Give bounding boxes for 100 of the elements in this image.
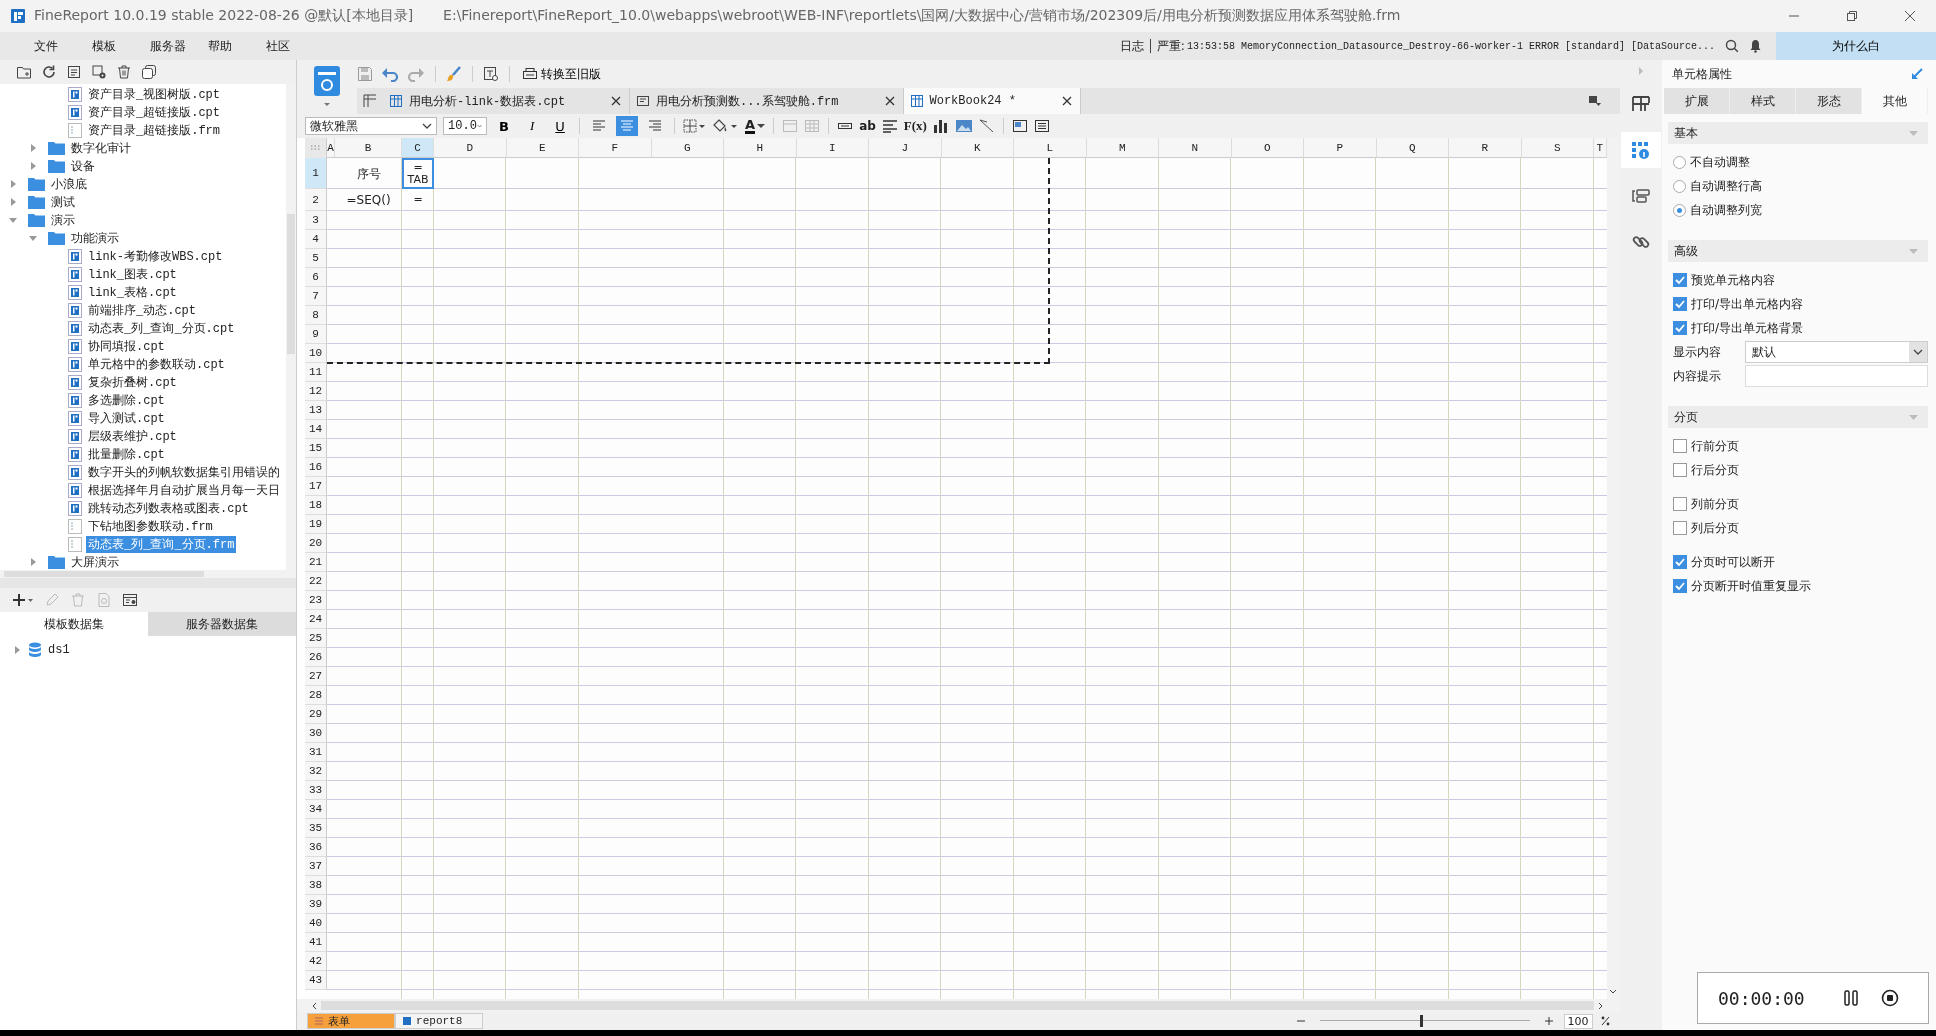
row-header[interactable]: 25 (305, 629, 328, 648)
scrollbar-thumb[interactable] (4, 571, 204, 577)
tree-item[interactable]: 演示 (49, 211, 77, 229)
tree-item[interactable]: 下钻地图参数联动.frm (86, 517, 215, 535)
pause-icon[interactable] (1842, 989, 1859, 1007)
row-header[interactable]: 26 (305, 648, 328, 667)
column-header[interactable]: C (402, 138, 435, 158)
tree-item[interactable]: 大屏演示 (69, 553, 121, 570)
percent-icon[interactable] (1600, 1016, 1610, 1026)
checkbox[interactable] (1673, 297, 1687, 311)
row-header[interactable]: 37 (305, 857, 328, 876)
merge-cells-icon[interactable] (782, 119, 799, 133)
row-header[interactable]: 38 (305, 876, 328, 895)
column-header[interactable]: I (796, 138, 870, 158)
column-header[interactable]: J (869, 138, 942, 158)
column-header[interactable]: H (724, 138, 797, 158)
scrollbar-thumb[interactable] (287, 214, 296, 354)
checkbox-label[interactable]: 预览单元格内容 (1691, 271, 1775, 289)
row-header[interactable]: 10 (305, 344, 328, 363)
column-header[interactable]: E (506, 138, 580, 158)
row-header[interactable]: 13 (305, 401, 328, 420)
checkbox[interactable] (1673, 439, 1687, 453)
row-header[interactable]: 14 (305, 420, 328, 439)
tree-item[interactable]: link-考勤修改WBS.cpt (86, 247, 225, 265)
tab-menu-icon[interactable] (1587, 95, 1602, 107)
row-header[interactable]: 23 (305, 591, 328, 610)
row-header[interactable]: 1 (305, 158, 328, 189)
column-header[interactable]: G (651, 138, 725, 158)
select-all-corner[interactable] (305, 138, 328, 158)
bell-icon[interactable] (1749, 39, 1762, 53)
zoom-value[interactable]: 100 (1563, 1013, 1593, 1029)
column-header[interactable]: R (1449, 138, 1522, 158)
row-header[interactable]: 28 (305, 686, 328, 705)
slash-icon[interactable] (978, 119, 995, 133)
tree-item[interactable]: 批量删除.cpt (86, 445, 167, 463)
tree-item[interactable]: 数字开头的列帆软数据集引用错误的 (86, 463, 282, 481)
column-header[interactable]: B (335, 138, 403, 158)
tree-item[interactable]: 资产目录_超链接版.frm (86, 121, 222, 139)
gear-icon[interactable] (91, 64, 107, 80)
image-icon[interactable] (954, 119, 973, 133)
copy-icon[interactable] (141, 64, 157, 80)
row-header[interactable]: 30 (305, 724, 328, 743)
border-icon[interactable] (683, 119, 708, 133)
row-header[interactable]: 31 (305, 743, 328, 762)
column-header[interactable]: F (579, 138, 652, 158)
checkbox-label[interactable]: 分页断开时值重复显示 (1691, 577, 1811, 595)
row-header[interactable]: 39 (305, 895, 328, 914)
split-cells-icon[interactable] (804, 119, 821, 133)
scrollbar[interactable] (297, 999, 1620, 1012)
menu-item[interactable]: 服务器 (150, 37, 208, 55)
collapsed-arrow-icon[interactable] (28, 161, 38, 171)
column-header[interactable]: N (1159, 138, 1232, 158)
row-header[interactable]: 8 (305, 306, 328, 325)
row-header[interactable]: 3 (305, 211, 328, 230)
tree-item[interactable]: 跳转动态列数表格或图表.cpt (86, 499, 251, 517)
tree-item[interactable]: 功能演示 (69, 229, 121, 247)
property-tab[interactable]: 形态 (1796, 88, 1862, 114)
row-header[interactable]: 29 (305, 705, 328, 724)
collapsed-arrow-icon[interactable] (8, 197, 18, 207)
new-folder-icon[interactable] (16, 64, 32, 80)
column-header[interactable]: M (1086, 138, 1160, 158)
table-cell[interactable]: = TAB (402, 158, 435, 189)
preview-icon[interactable] (483, 66, 500, 82)
row-header[interactable]: 15 (305, 439, 328, 458)
display-select[interactable]: 默认 (1745, 341, 1928, 363)
radio-label[interactable]: 自动调整列宽 (1690, 201, 1762, 219)
column-header[interactable]: Q (1376, 138, 1450, 158)
checkbox-label[interactable]: 列前分页 (1691, 495, 1739, 513)
collapse-arrow-icon[interactable] (1910, 67, 1924, 81)
row-header[interactable]: 21 (305, 553, 328, 572)
row-header[interactable]: 2 (305, 189, 328, 211)
row-header[interactable]: 32 (305, 762, 328, 781)
close-icon[interactable] (1904, 10, 1916, 22)
row-header[interactable]: 36 (305, 838, 328, 857)
restore-icon[interactable] (1846, 10, 1858, 22)
checkbox[interactable] (1673, 521, 1687, 535)
expanded-arrow-icon[interactable] (8, 215, 18, 225)
row-header[interactable]: 11 (305, 363, 328, 382)
row-header[interactable]: 41 (305, 933, 328, 952)
tree-item[interactable]: 根据选择年月自动扩展当月每一天日 (86, 481, 282, 499)
list-icon[interactable] (1033, 119, 1050, 133)
menu-item[interactable]: 文件 (34, 37, 92, 55)
tree-item[interactable]: 设备 (69, 157, 97, 175)
tooltip-input-field[interactable] (1745, 365, 1928, 387)
tree-item[interactable]: 多选删除.cpt (86, 391, 167, 409)
collapsed-arrow-icon[interactable] (8, 179, 18, 189)
expanded-arrow-icon[interactable] (28, 233, 38, 243)
tree-item[interactable]: 测试 (49, 193, 77, 211)
section-header[interactable]: 分页 (1668, 406, 1928, 428)
column-header[interactable]: K (941, 138, 1015, 158)
chevron-right-icon[interactable] (1597, 1001, 1604, 1010)
table-cell[interactable]: 序号 (335, 158, 403, 189)
checkbox-label[interactable]: 列后分页 (1691, 519, 1739, 537)
checkbox-label[interactable]: 分页时可以断开 (1691, 553, 1775, 571)
row-header[interactable]: 22 (305, 572, 328, 591)
collapsed-arrow-icon[interactable] (12, 645, 22, 655)
redo-icon[interactable] (407, 66, 426, 82)
tree-item[interactable]: 前端排序_动态.cpt (86, 301, 198, 319)
search-icon[interactable] (1725, 39, 1739, 53)
row-header[interactable]: 12 (305, 382, 328, 401)
